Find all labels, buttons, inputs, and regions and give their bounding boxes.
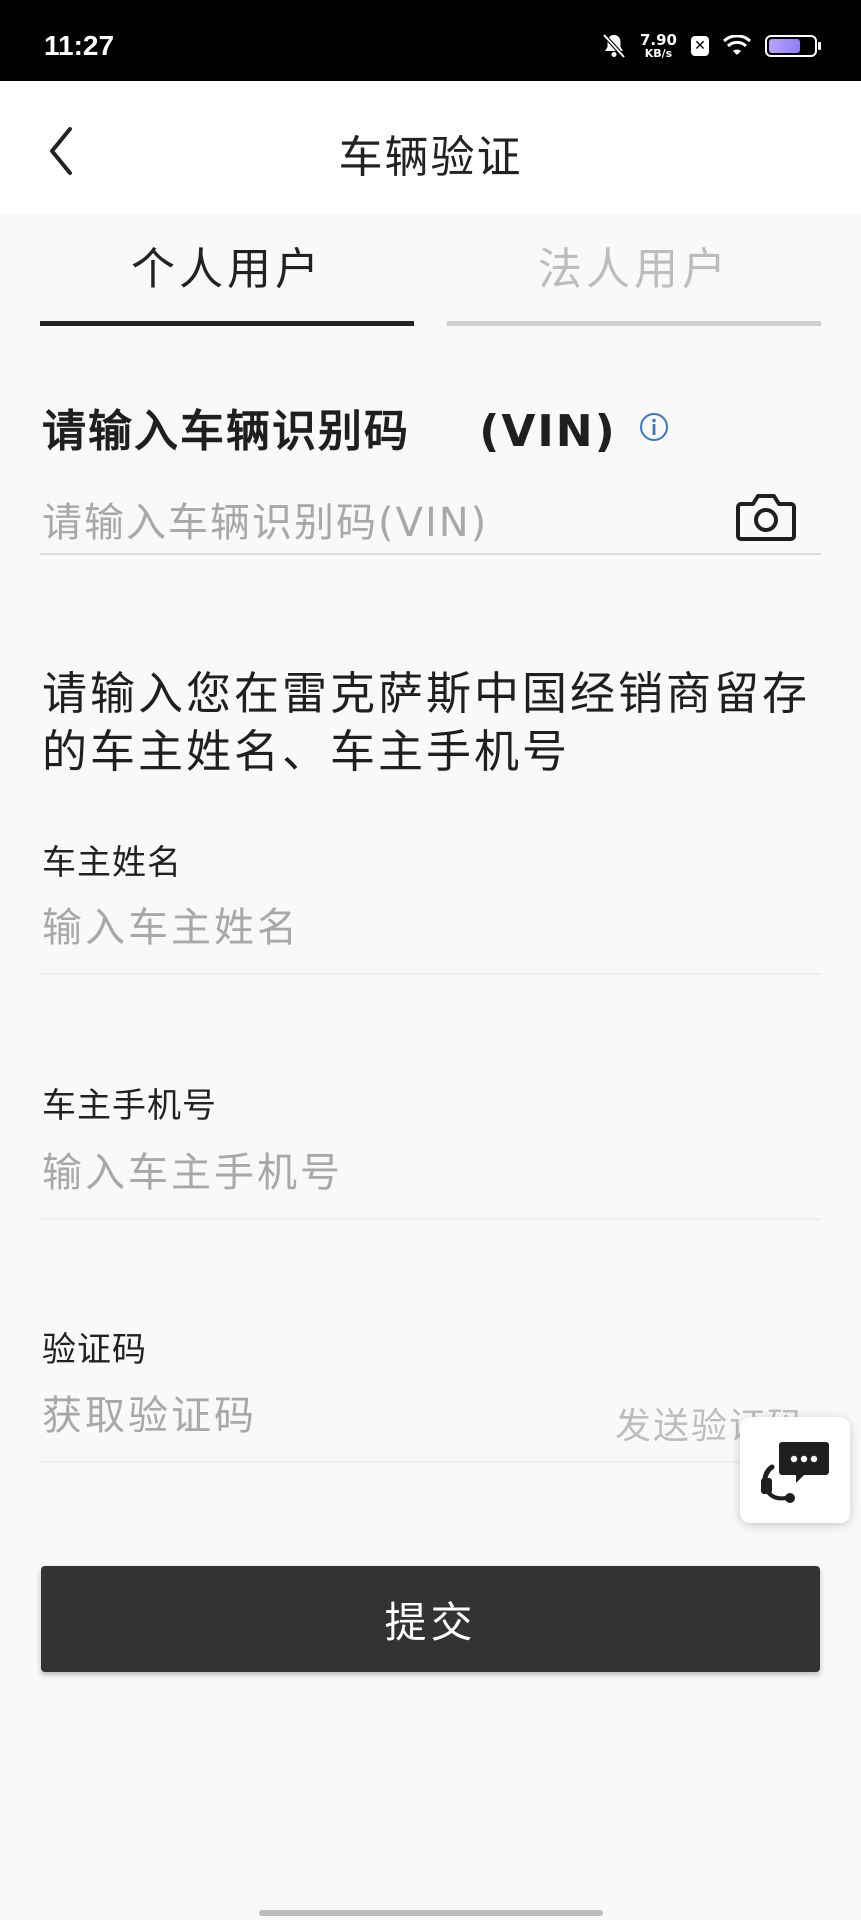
tab-corporate-user[interactable]: 法人用户 [447, 230, 821, 326]
vin-field [40, 490, 821, 556]
vin-input[interactable] [42, 500, 642, 546]
status-time: 11:27 [44, 30, 115, 61]
customer-service-icon [761, 1442, 829, 1503]
submit-button[interactable]: 提交 [41, 1566, 820, 1672]
page-title: 车辆验证 [338, 132, 523, 183]
mute-bell-icon [602, 33, 626, 59]
status-bar: 11:27 7.90 KB/s ✕ [0, 0, 861, 81]
battery-icon [765, 35, 821, 57]
customer-service-button[interactable] [740, 1417, 850, 1523]
tab-inactive-indicator [447, 321, 821, 326]
owner-info-instruction: 请输入您在雷克萨斯中国经销商留存的车主姓名、车主手机号 [42, 667, 811, 778]
verify-code-label: 验证码 [42, 1330, 147, 1370]
vin-section-title: 请输入车辆识别码 (VIN) [42, 395, 669, 459]
tab-label: 法人用户 [538, 244, 730, 295]
verify-code-underline [40, 1461, 821, 1463]
info-icon[interactable] [639, 412, 669, 442]
tab-active-indicator [40, 321, 414, 326]
tab-label: 个人用户 [131, 244, 323, 295]
owner-name-label: 车主姓名 [42, 843, 182, 883]
tab-personal-user[interactable]: 个人用户 [40, 230, 414, 326]
verify-code-input[interactable] [42, 1393, 522, 1439]
net-speed: 7.90 KB/s [639, 31, 677, 60]
wifi-icon [723, 35, 751, 55]
owner-phone-input[interactable] [42, 1150, 642, 1196]
status-icons: 7.90 KB/s ✕ [602, 30, 821, 62]
verify-code-field: 发送验证码 [40, 1393, 821, 1463]
net-speed-unit: KB/s [644, 47, 673, 60]
net-speed-value: 7.90 [639, 31, 677, 49]
home-indicator [259, 1910, 603, 1916]
nav-bar: 车辆验证 [0, 81, 861, 214]
owner-phone-underline [40, 1218, 821, 1220]
vin-title-text: 请输入车辆识别码 (VIN) [42, 406, 617, 457]
owner-name-input[interactable] [42, 905, 642, 951]
owner-name-field [40, 905, 821, 975]
owner-phone-label: 车主手机号 [42, 1086, 217, 1126]
vin-underline [40, 553, 821, 555]
owner-name-underline [40, 973, 821, 975]
camera-icon[interactable] [735, 490, 797, 542]
owner-phone-field [40, 1150, 821, 1220]
user-type-tabs: 个人用户 法人用户 [40, 230, 821, 330]
notification-x-icon: ✕ [691, 36, 709, 56]
